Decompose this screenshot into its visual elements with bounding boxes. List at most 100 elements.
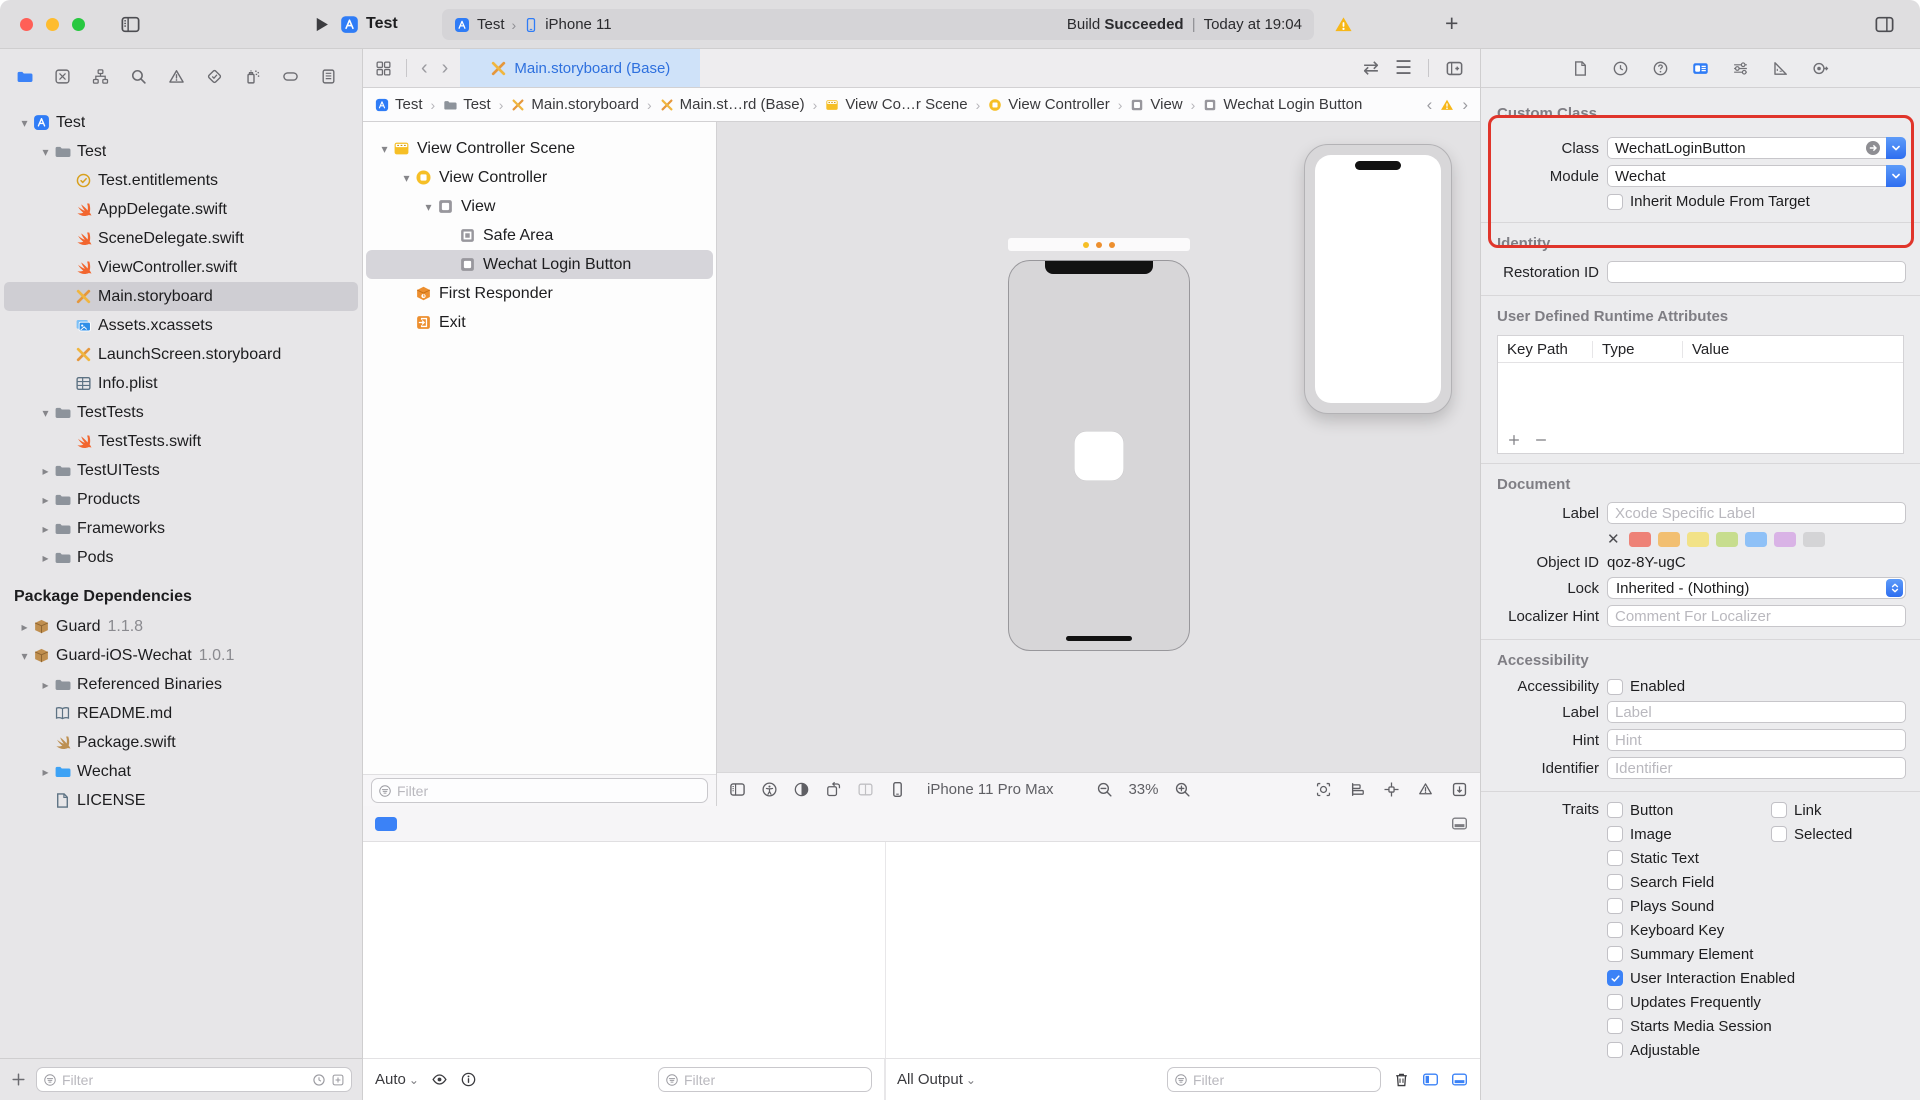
breakpoints-toggle[interactable]	[375, 817, 397, 831]
file-row[interactable]: Assets.xcassets	[4, 311, 358, 340]
zoom-level-label[interactable]: 33%	[1128, 781, 1158, 798]
scheme-device-label[interactable]: iPhone 11	[545, 16, 611, 33]
outline-filter-field[interactable]	[371, 778, 708, 803]
disclosure-chevron[interactable]	[16, 116, 33, 130]
remove-attribute-icon[interactable]	[1534, 433, 1548, 447]
build-warning-icon[interactable]	[1334, 15, 1353, 34]
breadcrumb-view-controller[interactable]: View Controller	[988, 96, 1109, 113]
connections-inspector-icon[interactable]	[1812, 60, 1829, 77]
toggle-inspector-icon[interactable]	[1874, 14, 1895, 35]
run-button[interactable]	[312, 15, 331, 34]
package-row[interactable]: Guard-iOS-Wechat1.0.1	[4, 641, 358, 670]
a11y-label-field[interactable]	[1607, 701, 1906, 723]
info-icon[interactable]	[460, 1071, 477, 1088]
project-navigator-icon[interactable]	[16, 68, 33, 85]
color-swatch-red[interactable]	[1629, 532, 1651, 547]
a11y-identifier-field[interactable]	[1607, 757, 1906, 779]
next-issue-chevron[interactable]: ›	[1462, 95, 1468, 115]
color-swatch-gray[interactable]	[1803, 532, 1825, 547]
minimize-window-button[interactable]	[46, 18, 59, 31]
file-row[interactable]: Pods	[4, 543, 358, 572]
trash-icon[interactable]	[1393, 1071, 1410, 1088]
device-icon[interactable]	[889, 781, 906, 798]
file-row[interactable]: Products	[4, 485, 358, 514]
outline-row-view-controller[interactable]: View Controller	[366, 163, 713, 192]
file-row[interactable]: Referenced Binaries	[4, 670, 358, 699]
outline-row-view[interactable]: View	[366, 192, 713, 221]
show-console-pane-icon[interactable]	[1451, 1071, 1468, 1088]
disclosure-chevron[interactable]	[420, 200, 437, 214]
scheme-selector[interactable]: Test › iPhone 11 Build Succeeded | Today…	[442, 9, 1314, 40]
zoom-out-icon[interactable]	[1096, 781, 1113, 798]
close-window-button[interactable]	[20, 18, 33, 31]
console-scope-dropdown[interactable]: All Output⌄	[897, 1071, 976, 1088]
wechat-login-button-view[interactable]	[1075, 431, 1124, 480]
color-swatch-yellow[interactable]	[1687, 532, 1709, 547]
go-back-chevron[interactable]: ‹	[421, 58, 428, 78]
debug-navigator-icon[interactable]	[244, 68, 261, 85]
go-forward-chevron[interactable]: ›	[442, 58, 449, 78]
trait-plays-sound-checkbox[interactable]	[1607, 898, 1623, 914]
disclosure-chevron[interactable]	[398, 171, 415, 185]
color-swatch-orange[interactable]	[1658, 532, 1680, 547]
restoration-id-field[interactable]	[1607, 261, 1906, 283]
scene-dock[interactable]	[1008, 238, 1190, 251]
accessibility-preview-icon[interactable]	[761, 781, 778, 798]
file-row[interactable]: Test	[4, 108, 358, 137]
show-variables-pane-icon[interactable]	[1422, 1071, 1439, 1088]
resolve-autolayout-icon[interactable]	[1417, 781, 1434, 798]
outline-row-safe-area[interactable]: Safe Area	[366, 221, 713, 250]
device-name-label[interactable]: iPhone 11 Pro Max	[927, 781, 1053, 798]
module-field[interactable]	[1607, 165, 1886, 187]
trait-summary-element-checkbox[interactable]	[1607, 946, 1623, 962]
disclosure-chevron[interactable]	[37, 765, 54, 779]
disclosure-chevron[interactable]	[37, 493, 54, 507]
reports-navigator-icon[interactable]	[320, 68, 337, 85]
storyboard-canvas[interactable]: iPhone 11 Pro Max 33%	[717, 122, 1480, 806]
disclosure-chevron[interactable]	[37, 464, 54, 478]
attributes-inspector-icon[interactable]	[1732, 60, 1749, 77]
jump-to-class-arrow-icon[interactable]	[1865, 140, 1881, 156]
file-row[interactable]: Info.plist	[4, 369, 358, 398]
breakpoints-navigator-icon[interactable]	[282, 68, 299, 85]
class-dropdown-button[interactable]	[1886, 137, 1906, 159]
orientation-rotate-icon[interactable]	[825, 781, 842, 798]
disclosure-chevron[interactable]	[37, 678, 54, 692]
tab-main-storyboard[interactable]: Main.storyboard (Base)	[460, 49, 700, 87]
symbols-navigator-icon[interactable]	[92, 68, 109, 85]
add-attribute-icon[interactable]	[1507, 433, 1521, 447]
document-label-field[interactable]	[1607, 502, 1906, 524]
color-swatch-blue[interactable]	[1745, 532, 1767, 547]
identity-inspector-icon-selected[interactable]	[1692, 60, 1709, 77]
add-toolbar-button[interactable]: +	[1445, 10, 1458, 37]
disclosure-chevron[interactable]	[37, 551, 54, 565]
disclosure-chevron[interactable]	[37, 522, 54, 536]
toggle-navigator-icon[interactable]	[120, 14, 141, 35]
disclosure-chevron[interactable]	[376, 142, 393, 156]
issues-navigator-icon[interactable]	[168, 68, 185, 85]
trait-selected-checkbox[interactable]	[1771, 826, 1787, 842]
trait-link-checkbox[interactable]	[1771, 802, 1787, 818]
size-inspector-icon[interactable]	[1772, 60, 1789, 77]
outline-row-wechat-login-button[interactable]: Wechat Login Button	[366, 250, 713, 279]
file-row-selected[interactable]: Main.storyboard	[4, 282, 358, 311]
file-inspector-icon[interactable]	[1572, 60, 1589, 77]
eye-icon[interactable]	[431, 1071, 448, 1088]
trait-button-checkbox[interactable]	[1607, 802, 1623, 818]
tests-navigator-icon[interactable]	[206, 68, 223, 85]
disclosure-chevron[interactable]	[37, 145, 54, 159]
class-field[interactable]	[1607, 137, 1886, 159]
file-row[interactable]: Package.swift	[4, 728, 358, 757]
outline-filter-input[interactable]	[397, 783, 701, 799]
view-controller-scene[interactable]	[1008, 260, 1190, 651]
file-row[interactable]: Wechat	[4, 757, 358, 786]
trait-updates-frequently-checkbox[interactable]	[1607, 994, 1623, 1010]
outline-row-scene[interactable]: View Controller Scene	[366, 134, 713, 163]
package-row[interactable]: Guard1.1.8	[4, 612, 358, 641]
trait-static-text-checkbox[interactable]	[1607, 850, 1623, 866]
adjust-editor-options-icon[interactable]: ☰	[1395, 57, 1412, 80]
variables-filter-input[interactable]	[684, 1072, 865, 1088]
add-constraints-icon[interactable]	[1383, 781, 1400, 798]
file-row[interactable]: README.md	[4, 699, 358, 728]
zoom-window-button[interactable]	[72, 18, 85, 31]
